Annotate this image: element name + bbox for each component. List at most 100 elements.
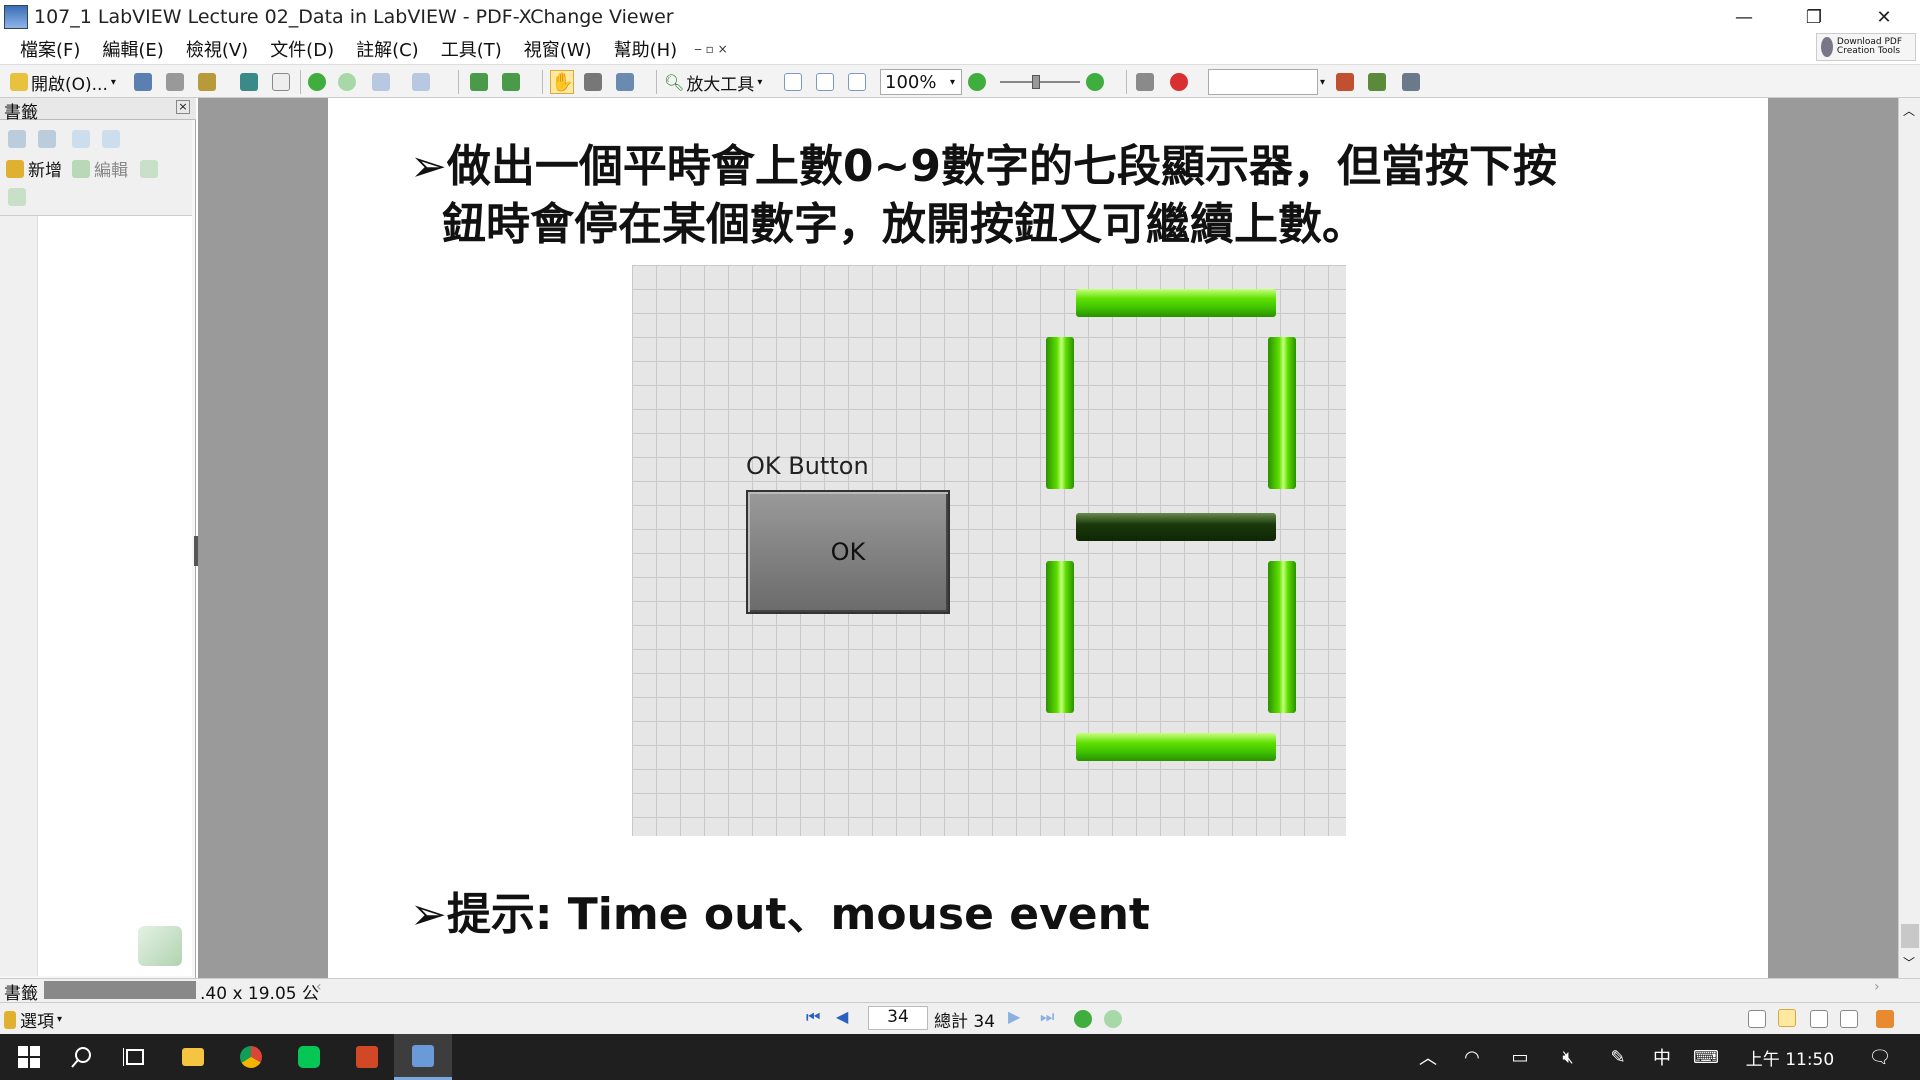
zoom-in-button[interactable]: [1086, 70, 1104, 94]
zoom-tool-button[interactable]: 🔍︎ 放大工具 ▾: [664, 70, 762, 95]
start-button[interactable]: [0, 1034, 58, 1080]
menu-document[interactable]: 文件(D): [259, 36, 345, 62]
chrome-button[interactable]: [222, 1034, 280, 1080]
search-button[interactable]: [52, 1034, 110, 1080]
line-app-button[interactable]: [280, 1034, 338, 1080]
pen-icon[interactable]: ✎: [1598, 1034, 1638, 1080]
scroll-up-icon[interactable]: ︿: [1903, 102, 1915, 119]
close-button[interactable]: ✕: [1852, 0, 1916, 34]
hand-view-icon[interactable]: [1876, 1010, 1894, 1028]
zoom-level-dropdown[interactable]: ▾: [950, 70, 955, 94]
back-button[interactable]: [308, 70, 326, 94]
hand-tool-button[interactable]: ✋: [550, 70, 575, 94]
continuous-view-icon[interactable]: [1778, 1009, 1796, 1027]
search-dropdown[interactable]: ▾: [1320, 70, 1325, 94]
prev-page-icon[interactable]: ◀: [836, 1007, 848, 1026]
scroll-down-icon[interactable]: ﹀: [1903, 954, 1915, 971]
fit-page-button[interactable]: [816, 70, 834, 94]
nav-back-icon[interactable]: [1074, 1010, 1092, 1028]
fit-width-button[interactable]: [848, 70, 866, 94]
ocr-button[interactable]: [272, 70, 290, 94]
menu-comment[interactable]: 註解(C): [345, 36, 430, 62]
vertical-scrollbar[interactable]: ︿ ﹀: [1898, 98, 1920, 978]
zoom-in-bookmark-icon[interactable]: [72, 130, 90, 148]
rotate-left-button[interactable]: [470, 70, 488, 94]
hscroll-left-icon[interactable]: ‹: [316, 979, 322, 995]
menu-help[interactable]: 幫助(H): [603, 36, 689, 62]
clock[interactable]: 上午 11:50: [1738, 1034, 1842, 1080]
collapse-icon[interactable]: [38, 130, 56, 148]
menu-view[interactable]: 檢視(V): [175, 36, 259, 62]
options-label: 選項: [20, 1012, 54, 1032]
bookmark-flag-icon[interactable]: [8, 188, 26, 206]
actual-size-button[interactable]: [784, 70, 802, 94]
continuous-facing-view-icon[interactable]: [1840, 1010, 1858, 1028]
panel-close-icon[interactable]: ×: [176, 100, 190, 114]
tools-button[interactable]: [1402, 70, 1420, 94]
last-page-icon[interactable]: ⏭: [1040, 1007, 1054, 1027]
nav-forward-icon[interactable]: [1104, 1010, 1122, 1028]
ime-keyboard-icon[interactable]: ⌨: [1688, 1034, 1724, 1080]
notifications-icon[interactable]: 🗨︎: [1850, 1034, 1910, 1080]
next-page-icon[interactable]: ▶: [1008, 1007, 1020, 1026]
powerpoint-button[interactable]: [338, 1034, 396, 1080]
expand-icon[interactable]: [8, 130, 26, 148]
zoom-slider-thumb[interactable]: [1032, 75, 1040, 89]
snapshot-button[interactable]: [584, 70, 602, 94]
scan-button[interactable]: [198, 70, 216, 94]
segment-d: [1076, 733, 1276, 761]
file-explorer-button[interactable]: [164, 1034, 222, 1080]
bookmarks-tab[interactable]: 書籤: [4, 979, 38, 1004]
volume-muted-icon[interactable]: 🔇︎: [1548, 1034, 1588, 1080]
search-web-button[interactable]: [1170, 70, 1188, 94]
zoom-out-button[interactable]: [968, 70, 986, 94]
bookmarks-toolbar: 新增 編輯: [0, 120, 192, 216]
single-page-view-icon[interactable]: [1748, 1010, 1766, 1028]
find-button[interactable]: [1336, 70, 1354, 94]
zoom-out-bookmark-icon[interactable]: [102, 130, 120, 148]
find-next-button[interactable]: [1368, 70, 1386, 94]
zoom-slider[interactable]: [1000, 81, 1080, 83]
print-button[interactable]: [166, 70, 184, 94]
first-page-icon[interactable]: ⏮: [806, 1007, 820, 1027]
new-bookmark-label: 新增: [28, 161, 62, 181]
redo-button[interactable]: [412, 70, 430, 94]
restore-button[interactable]: ❐: [1782, 0, 1846, 34]
open-button[interactable]: 開啟(O)... ▾: [10, 70, 116, 95]
options-button[interactable]: 選項 ▾: [4, 1007, 62, 1032]
pdf-xchange-taskbar-button[interactable]: [394, 1034, 452, 1080]
battery-icon[interactable]: ▭: [1500, 1034, 1540, 1080]
promo-text: Download PDF Creation Tools: [1836, 37, 1903, 56]
show-hidden-icons[interactable]: ︿: [1408, 1034, 1448, 1080]
segment-e: [1046, 561, 1074, 713]
ime-mode-indicator[interactable]: 中: [1644, 1034, 1680, 1080]
forward-button[interactable]: [338, 70, 356, 94]
minimize-button[interactable]: —: [1712, 0, 1776, 34]
zoom-tool-label: 放大工具: [686, 74, 755, 95]
email-button[interactable]: [240, 70, 258, 94]
menu-edit[interactable]: 編輯(E): [91, 36, 174, 62]
links-button[interactable]: [1136, 70, 1154, 94]
select-text-button[interactable]: [616, 70, 634, 94]
promo-button[interactable]: Download PDF Creation Tools: [1816, 33, 1916, 61]
mdi-controls[interactable]: ‒ ▫ ×: [694, 42, 727, 56]
menu-file[interactable]: 檔案(F): [0, 36, 91, 62]
menu-tools[interactable]: 工具(T): [430, 36, 513, 62]
save-button[interactable]: [134, 70, 152, 94]
bookmarks-list[interactable]: [38, 216, 192, 976]
wifi-icon[interactable]: ◠: [1452, 1034, 1492, 1080]
undo-button[interactable]: [372, 70, 390, 94]
hscroll-right-icon[interactable]: ›: [1874, 979, 1880, 995]
search-input[interactable]: [1208, 69, 1318, 95]
bookmark-properties-icon[interactable]: [140, 160, 158, 178]
task-view-button[interactable]: [106, 1034, 164, 1080]
new-bookmark-button[interactable]: 新增: [6, 156, 62, 181]
back-arrow-icon: [308, 73, 326, 91]
page-number-input[interactable]: 34: [868, 1006, 928, 1030]
rotate-right-button[interactable]: [502, 70, 520, 94]
scroll-thumb[interactable]: [1901, 924, 1919, 948]
download-icon: [1821, 37, 1833, 57]
menu-window[interactable]: 視窗(W): [513, 36, 603, 62]
facing-view-icon[interactable]: [1810, 1010, 1828, 1028]
edit-bookmark-button[interactable]: 編輯: [72, 156, 128, 181]
